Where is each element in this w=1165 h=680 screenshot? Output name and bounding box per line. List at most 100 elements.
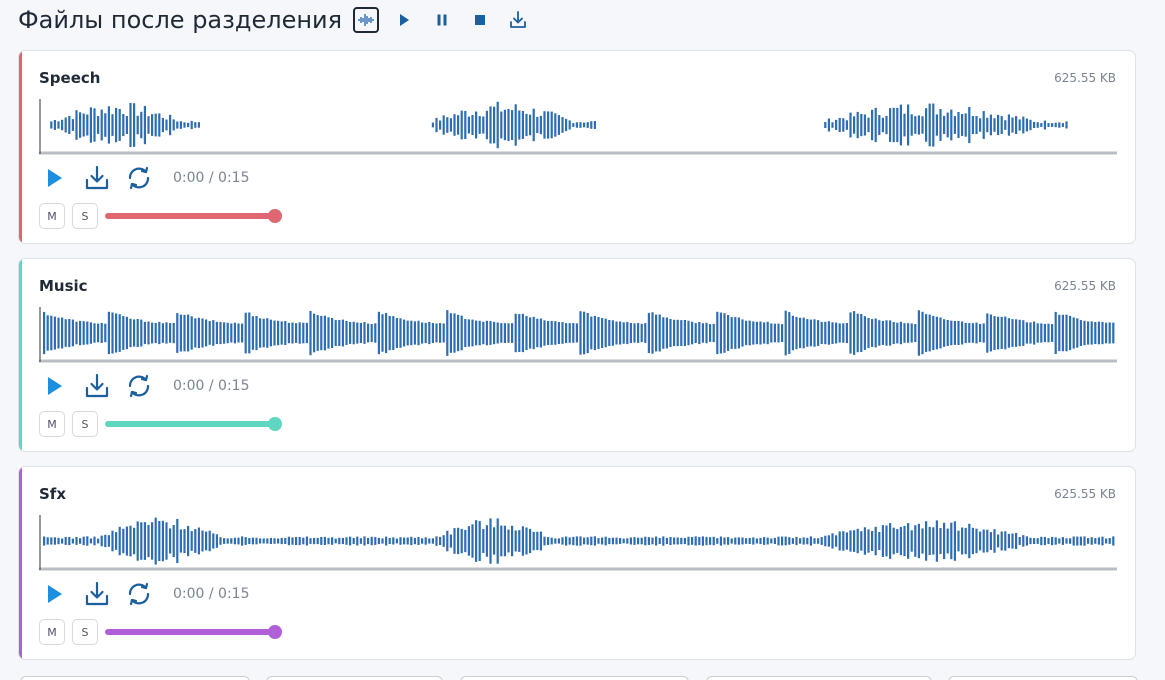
waveform-bar [601, 537, 604, 545]
waveform-bar [1076, 318, 1079, 348]
play-button[interactable] [43, 166, 67, 190]
waveform[interactable] [39, 305, 1117, 363]
play-icon [48, 169, 62, 187]
waveform-bar [817, 538, 820, 544]
waveform-bar [385, 313, 388, 354]
waveform[interactable] [39, 97, 1117, 155]
play-all-button[interactable] [391, 7, 417, 33]
volume-knob[interactable] [268, 625, 282, 639]
waveform-bar [820, 321, 823, 344]
waveform-bar [547, 537, 550, 545]
bottom-button[interactable] [460, 676, 689, 680]
waveform-bar [619, 321, 622, 345]
waveform-bar [644, 323, 647, 343]
waveform-bar [885, 115, 888, 135]
solo-button[interactable]: S [72, 203, 98, 229]
waveform-bar [521, 313, 524, 353]
download-button[interactable] [83, 372, 111, 400]
waveform-bar [662, 317, 665, 349]
bottom-button[interactable] [706, 676, 932, 680]
waveform-bar [1036, 323, 1039, 343]
waveform-bar [496, 518, 499, 564]
waveform-bar [604, 318, 607, 348]
waveform-bar [644, 536, 647, 546]
waveform-bar [532, 531, 535, 551]
waveform-toggle-button[interactable] [353, 7, 380, 33]
waveform-bar [1000, 316, 1003, 349]
download-button[interactable] [83, 580, 111, 608]
waveform-bar [766, 537, 769, 545]
waveform-bar [831, 533, 834, 549]
bottom-button[interactable] [948, 676, 1138, 680]
waveform-bar [313, 537, 316, 545]
solo-button[interactable]: S [72, 411, 98, 437]
waveform-bar [485, 320, 488, 346]
loop-button[interactable] [125, 164, 153, 192]
pause-all-button[interactable] [429, 7, 455, 33]
waveform-bar [655, 314, 658, 352]
waveform-bar [953, 321, 956, 345]
waveform-bar [795, 536, 798, 546]
bottom-button[interactable] [266, 676, 443, 680]
waveform-bar [1058, 122, 1061, 128]
volume-knob[interactable] [268, 417, 282, 431]
waveform-bar [881, 321, 884, 345]
play-button[interactable] [43, 582, 67, 606]
waveform-bar [543, 536, 546, 546]
waveform-bar [568, 120, 571, 130]
waveform-bar [1029, 322, 1032, 344]
waveform-bar [183, 122, 186, 128]
waveform-bar [190, 120, 193, 130]
waveform-bar [255, 537, 258, 545]
waveform-bar [550, 321, 553, 345]
loop-button[interactable] [125, 372, 153, 400]
waveform-bar [248, 312, 251, 354]
waveform-bar [698, 322, 701, 345]
waveform-bar [46, 537, 49, 545]
play-button[interactable] [43, 374, 67, 398]
waveform-bar [943, 115, 946, 134]
volume-slider[interactable] [105, 416, 282, 432]
mute-button[interactable]: M [39, 203, 65, 229]
waveform-bar [896, 108, 899, 143]
waveform-bar [536, 116, 539, 133]
waveform-bar [266, 318, 269, 348]
waveform-bar [176, 518, 179, 564]
waveform-bar [1087, 538, 1090, 544]
loop-button[interactable] [125, 580, 153, 608]
waveform-bar [842, 531, 845, 551]
waveform-bar [968, 523, 971, 559]
waveform-bar [979, 531, 982, 551]
waveform-bar [838, 323, 841, 343]
track-name: Music [39, 277, 88, 295]
mix-controls: M S [39, 410, 282, 438]
volume-slider[interactable] [105, 208, 282, 224]
volume-slider[interactable] [105, 624, 282, 640]
waveform-bar [1061, 537, 1064, 545]
waveform-bar [122, 528, 125, 554]
waveform-bar [104, 323, 107, 343]
waveform-bar [241, 323, 244, 343]
waveform-bar [97, 538, 100, 544]
waveform-bar [464, 110, 467, 139]
waveform[interactable] [39, 513, 1117, 571]
waveform-bar [183, 529, 186, 553]
waveform-bar [255, 316, 258, 351]
volume-knob[interactable] [268, 209, 282, 223]
waveform-bar [557, 322, 560, 344]
solo-button[interactable]: S [72, 619, 98, 645]
waveform-bar [467, 116, 470, 134]
mute-button[interactable]: M [39, 619, 65, 645]
waveform-bar [223, 538, 226, 544]
bottom-button[interactable] [20, 676, 250, 680]
waveform-bar [583, 311, 586, 355]
waveform-bar [75, 110, 78, 140]
stop-all-button[interactable] [467, 7, 493, 33]
stop-icon [475, 15, 486, 25]
waveform-bar [518, 530, 521, 552]
waveform-bar [475, 320, 478, 346]
waveform-bar [791, 315, 794, 351]
download-all-button[interactable] [505, 7, 531, 33]
mute-button[interactable]: M [39, 411, 65, 437]
download-button[interactable] [83, 164, 111, 192]
